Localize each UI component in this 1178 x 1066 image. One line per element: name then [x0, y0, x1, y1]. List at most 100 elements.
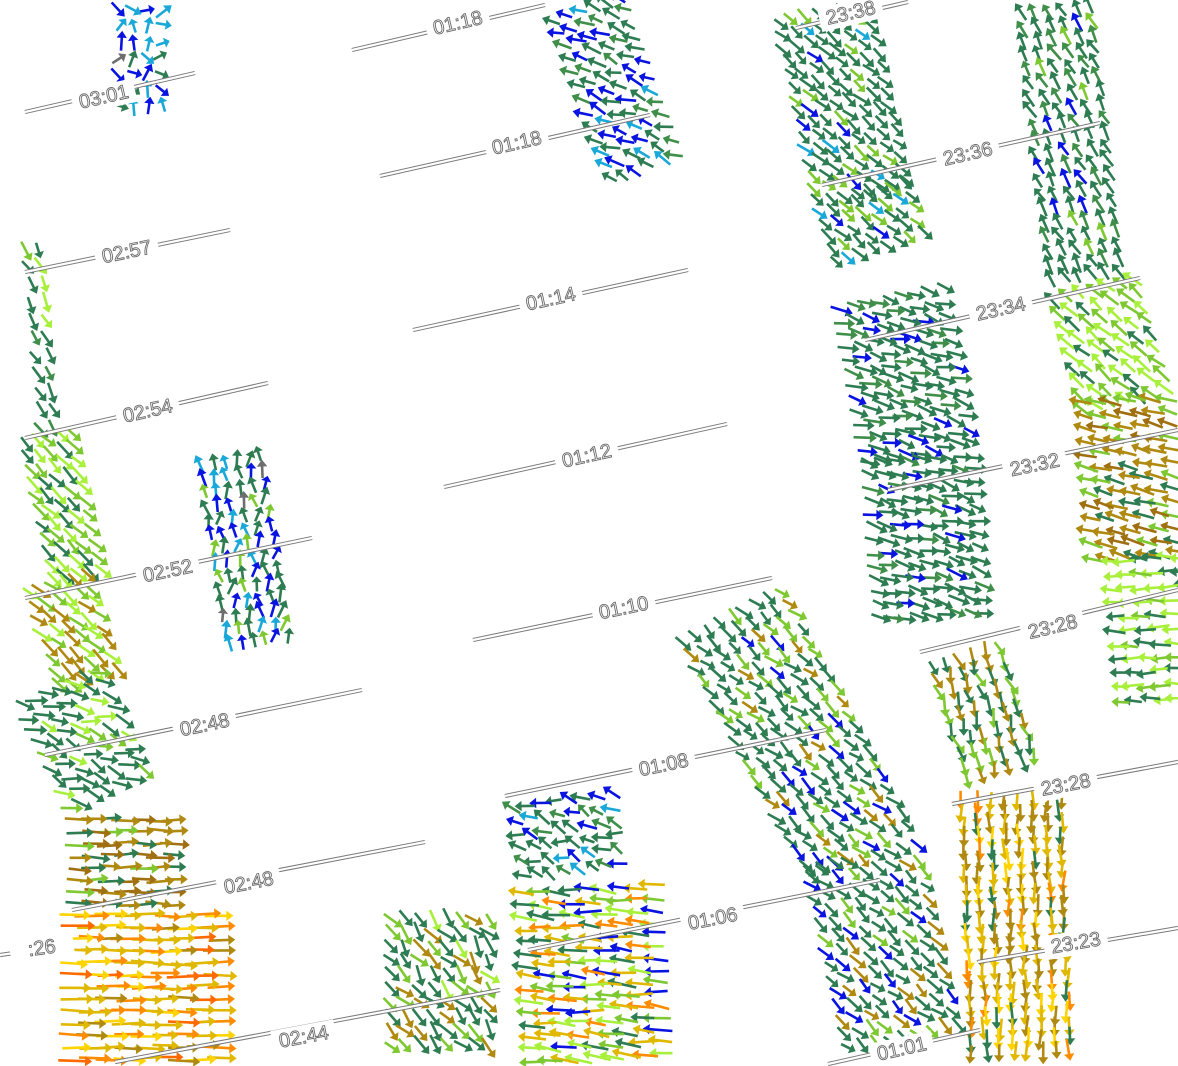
current-arrow — [854, 28, 871, 40]
current-arrow — [541, 866, 556, 882]
current-arrow — [568, 4, 588, 15]
current-arrow — [879, 240, 897, 253]
current-arrow — [1049, 71, 1062, 90]
current-arrow — [950, 735, 965, 754]
current-arrow — [1030, 850, 1041, 870]
current-arrow — [237, 634, 248, 650]
current-arrow — [455, 939, 468, 959]
track-t-0112: 01:12 — [443, 421, 728, 490]
current-arrow — [872, 802, 892, 815]
current-arrow — [613, 2, 632, 13]
current-arrow — [610, 841, 623, 855]
current-arrow — [473, 935, 485, 959]
current-arrow — [114, 1028, 145, 1040]
current-arrow — [612, 0, 626, 4]
current-arrow — [790, 105, 806, 120]
current-arrow — [28, 350, 42, 365]
current-arrow — [842, 911, 856, 929]
current-arrow — [772, 758, 788, 772]
current-arrow — [212, 581, 223, 598]
current-arrow — [1123, 316, 1140, 330]
current-arrow — [455, 964, 468, 985]
current-arrow — [818, 784, 832, 796]
current-arrow — [612, 125, 627, 136]
track-time-label: 02:44 — [277, 1022, 330, 1053]
current-arrow — [812, 905, 827, 918]
current-arrow — [233, 463, 244, 479]
current-arrow — [468, 926, 487, 939]
current-arrow — [870, 588, 891, 599]
current-arrow — [555, 864, 571, 876]
current-arrow — [128, 18, 138, 33]
current-arrow — [620, 19, 636, 31]
current-arrow — [159, 839, 190, 850]
current-arrow — [1102, 349, 1119, 362]
current-arrow — [606, 109, 624, 120]
current-arrow — [94, 908, 128, 919]
current-arrow — [1172, 579, 1178, 588]
current-arrow — [833, 228, 853, 242]
current-arrow — [1109, 667, 1129, 678]
current-arrow — [90, 696, 110, 707]
track-time-label: 02:48 — [178, 709, 231, 741]
current-arrow — [770, 634, 785, 652]
current-arrow — [958, 841, 969, 861]
current-arrow — [910, 356, 929, 367]
current-arrow — [215, 510, 225, 526]
current-arrow — [920, 882, 935, 893]
current-arrow — [748, 645, 761, 661]
current-arrow — [781, 771, 795, 788]
current-arrow — [621, 63, 637, 74]
track-label: 01:06 — [679, 901, 747, 938]
current-arrow — [484, 953, 495, 972]
current-arrow — [78, 776, 101, 789]
current-arrow — [740, 636, 755, 648]
current-arrow — [829, 679, 846, 696]
current-arrow — [876, 1020, 893, 1034]
track-time-label: 01:14 — [524, 283, 578, 315]
current-arrow — [774, 588, 790, 599]
current-arrow — [835, 942, 848, 956]
track-time-label: 02:57 — [100, 236, 153, 268]
current-arrow — [797, 652, 814, 667]
current-arrow — [208, 453, 219, 471]
current-arrow — [581, 42, 602, 55]
current-arrow — [411, 1008, 427, 1027]
current-arrow — [861, 115, 875, 131]
current-arrow — [199, 484, 209, 499]
current-arrow — [831, 869, 844, 885]
current-arrow — [925, 906, 940, 921]
current-arrow — [854, 827, 873, 840]
current-arrow — [846, 996, 863, 1013]
current-arrow — [837, 136, 851, 150]
current-arrow — [920, 952, 935, 968]
current-arrow — [820, 228, 837, 246]
current-arrow — [848, 954, 867, 969]
current-arrow — [41, 291, 53, 313]
current-arrow — [115, 713, 135, 729]
current-arrow — [604, 903, 633, 915]
current-arrow — [454, 1006, 467, 1026]
current-arrow — [674, 636, 692, 651]
current-arrow — [760, 611, 772, 626]
current-arrow — [784, 721, 803, 735]
current-arrow — [260, 486, 271, 505]
current-arrow — [818, 753, 835, 767]
current-arrow — [811, 207, 828, 220]
current-arrow — [825, 731, 840, 748]
current-arrow — [1055, 237, 1067, 256]
current-arrow — [1074, 156, 1087, 171]
current-arrow — [640, 84, 659, 97]
track-time-label: :26 — [27, 935, 58, 961]
current-arrow — [599, 803, 621, 814]
current-arrow — [720, 660, 736, 672]
current-arrow — [51, 774, 67, 788]
current-arrow — [1117, 625, 1137, 636]
current-arrow — [115, 18, 127, 32]
current-arrow — [810, 771, 830, 786]
current-arrow — [439, 1037, 453, 1052]
current-arrow — [55, 758, 76, 769]
current-arrow — [750, 628, 766, 642]
current-arrow — [247, 476, 258, 494]
current-arrow — [1066, 227, 1077, 242]
